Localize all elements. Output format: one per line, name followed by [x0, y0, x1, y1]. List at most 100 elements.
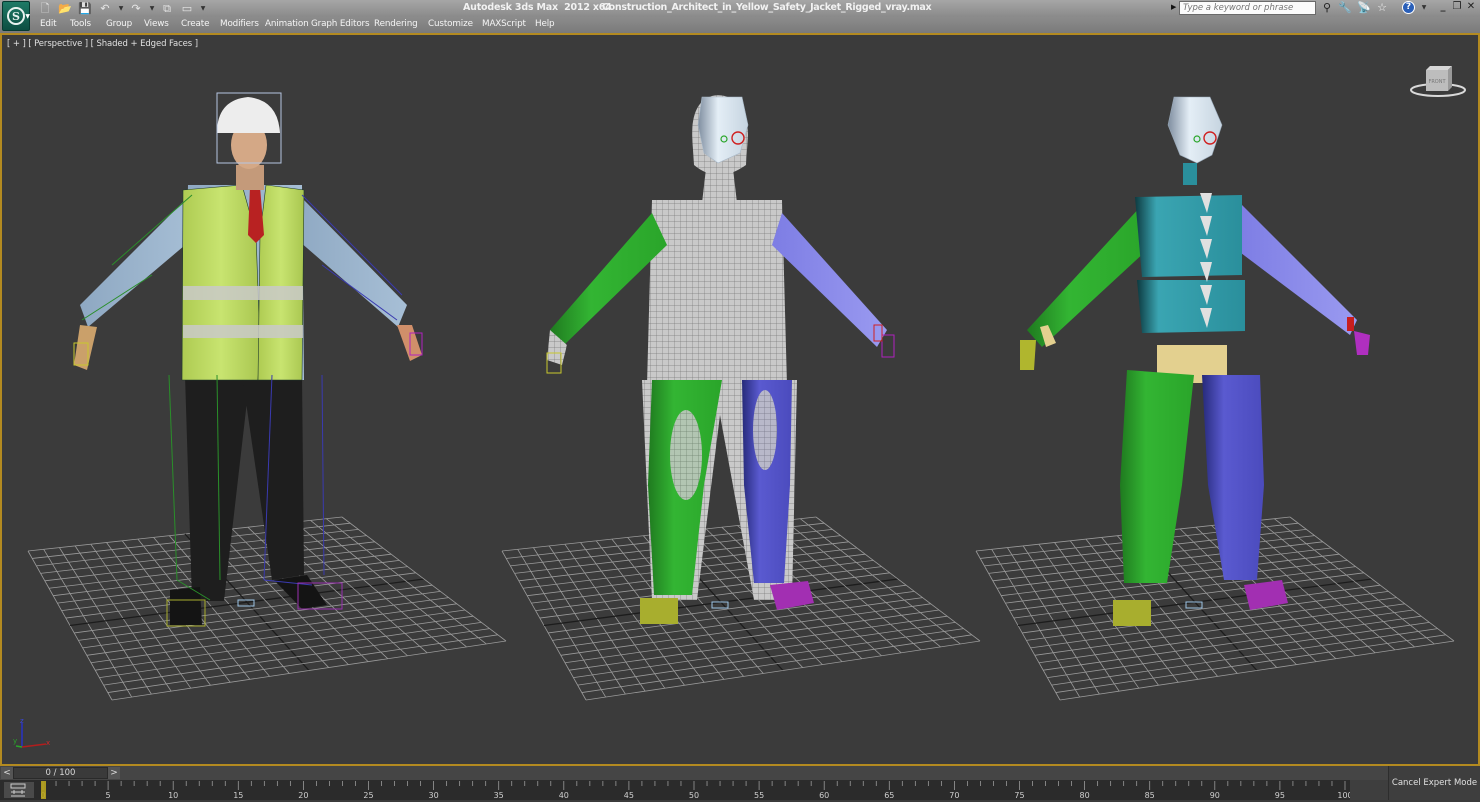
- menu-maxscript[interactable]: MAXScript: [482, 19, 526, 29]
- title-bar: 🗋 📂 💾 ↶ ▼ ↷ ▼ ⧉ ▭ ▼ Autodesk 3ds Max 201…: [0, 0, 1480, 17]
- figure-biped-skeleton: [1020, 96, 1370, 626]
- frame-tick-label: 40: [559, 791, 569, 800]
- frame-tick-label: 50: [689, 791, 699, 800]
- neck-bone: [1183, 163, 1197, 185]
- favorites-star-icon[interactable]: ☆: [1375, 1, 1389, 15]
- close-button[interactable]: ✕: [1465, 1, 1477, 12]
- time-slider-thumb[interactable]: 0 / 100: [13, 767, 108, 779]
- time-slider-prev-button[interactable]: <: [1, 767, 13, 779]
- application-button[interactable]: S ▼: [2, 1, 30, 31]
- vest-right-panel: [257, 184, 305, 381]
- frame-tick-label: 70: [949, 791, 959, 800]
- help-dropdown-icon[interactable]: ▼: [1417, 1, 1431, 15]
- grid-line: [585, 640, 981, 701]
- menu-tools[interactable]: Tools: [70, 19, 91, 29]
- 3ds-max-logo-icon: S: [7, 7, 25, 25]
- workspace-icon[interactable]: ▭: [180, 2, 194, 15]
- menu-create[interactable]: Create: [181, 19, 209, 29]
- frame-tick-label: 30: [429, 791, 439, 800]
- right-hand-bone: [1347, 317, 1354, 331]
- track-bar[interactable]: 0510152025303540455055606570758085909510…: [0, 780, 1388, 800]
- project-folder-icon[interactable]: ⧉: [160, 2, 174, 15]
- save-icon[interactable]: 💾: [78, 2, 92, 15]
- frame-tick-label: 90: [1210, 791, 1220, 800]
- vest-reflective-stripe: [183, 286, 303, 300]
- right-finger-bones: [1354, 331, 1370, 355]
- frame-tick-label: 10: [168, 791, 178, 800]
- menu-modifiers[interactable]: Modifiers: [220, 19, 259, 29]
- menu-group[interactable]: Group: [106, 19, 132, 29]
- biped-bone-outline: [168, 374, 178, 581]
- menu-views[interactable]: Views: [144, 19, 169, 29]
- perspective-viewport[interactable]: [ + ] [ Perspective ] [ Shaded + Edged F…: [0, 33, 1480, 766]
- axis-tripod: z x y: [13, 717, 50, 748]
- undo-icon[interactable]: ↶: [98, 2, 112, 15]
- frame-tick-label: 55: [754, 791, 764, 800]
- frame-tick-label: 35: [494, 791, 504, 800]
- frame-tick-label: 45: [624, 791, 634, 800]
- grid-line: [107, 634, 498, 693]
- spine-upper-bone: [1135, 195, 1242, 277]
- file-name: Construction_Architect_in_Yellow_Safety_…: [602, 2, 932, 13]
- menu-edit[interactable]: Edit: [40, 19, 57, 29]
- viewcube-front-label: FRONT: [1428, 79, 1446, 85]
- binoculars-search-icon[interactable]: ⚲: [1320, 1, 1334, 15]
- app-menu-dropdown-icon: ▼: [25, 13, 30, 20]
- open-file-icon[interactable]: 📂: [58, 2, 72, 15]
- frame-tick-label: 80: [1080, 791, 1090, 800]
- left-finger-bones: [1020, 340, 1036, 370]
- communication-center-icon[interactable]: 📡: [1357, 1, 1371, 15]
- left-thigh-mesh-show-through: [670, 410, 702, 500]
- left-arm-bone: [1027, 205, 1147, 347]
- time-slider-next-button[interactable]: >: [108, 767, 120, 779]
- cancel-expert-mode-button[interactable]: Cancel Expert Mode: [1388, 766, 1480, 800]
- track-bar-end: [1350, 780, 1388, 800]
- z-axis-label: z: [20, 717, 24, 725]
- menu-help[interactable]: Help: [535, 19, 555, 29]
- menu-rendering[interactable]: Rendering: [374, 19, 418, 29]
- viewcube[interactable]: FRONT: [1410, 61, 1470, 101]
- y-axis-label: y: [13, 737, 17, 745]
- infocenter-search-input[interactable]: [1179, 1, 1316, 15]
- minimize-button[interactable]: _: [1437, 1, 1449, 12]
- figures-group: [73, 92, 1370, 627]
- right-arm-bone: [1237, 205, 1357, 335]
- menu-animation[interactable]: Animation: [265, 19, 309, 29]
- menu-customize[interactable]: Customize: [428, 19, 473, 29]
- y-axis-line: [15, 745, 23, 748]
- grid-line: [111, 640, 507, 701]
- customize-dropdown-icon[interactable]: ▼: [200, 2, 206, 15]
- frame-tick-label: 65: [884, 791, 894, 800]
- left-foot-bone: [640, 598, 678, 624]
- frame-tick-label: 20: [298, 791, 308, 800]
- left-foot-bone: [1113, 600, 1151, 626]
- app-title: Autodesk 3ds Max 2012 x64: [463, 2, 612, 13]
- x-axis-label: x: [46, 739, 50, 747]
- restore-button[interactable]: ❐: [1451, 1, 1463, 12]
- frame-tick-label: 75: [1014, 791, 1024, 800]
- new-file-icon[interactable]: 🗋: [38, 2, 52, 15]
- frame-tick-label: 60: [819, 791, 829, 800]
- undo-dropdown-icon[interactable]: ▼: [118, 2, 124, 15]
- help-icon[interactable]: ?: [1402, 1, 1416, 15]
- quick-access-toolbar: 🗋 📂 💾 ↶ ▼ ↷ ▼ ⧉ ▭ ▼: [38, 2, 211, 15]
- spine-lower-bone: [1137, 280, 1245, 333]
- vest-reflective-stripe: [183, 325, 303, 338]
- track-bar-ruler[interactable]: 0510152025303540455055606570758085909510…: [0, 780, 1388, 800]
- grid-line: [1059, 640, 1455, 701]
- viewcube-right-face[interactable]: [1448, 66, 1452, 91]
- left-hand: [74, 325, 97, 370]
- mesh-torso: [647, 200, 787, 385]
- redo-dropdown-icon[interactable]: ▼: [149, 2, 155, 15]
- current-frame-marker: [41, 781, 46, 799]
- subscription-key-icon[interactable]: 🔧: [1338, 1, 1352, 15]
- menu-graph-editors[interactable]: Graph Editors: [311, 19, 370, 29]
- time-slider[interactable]: < 0 / 100 >: [0, 766, 1388, 780]
- frame-tick-label: 95: [1275, 791, 1285, 800]
- viewport-scene: [27, 92, 1455, 701]
- home-grid: [975, 516, 1455, 701]
- viewcube-top-face[interactable]: [1426, 66, 1452, 70]
- redo-icon[interactable]: ↷: [129, 2, 143, 15]
- search-expand-icon[interactable]: ▶: [1171, 3, 1176, 11]
- mesh-neck: [702, 160, 737, 203]
